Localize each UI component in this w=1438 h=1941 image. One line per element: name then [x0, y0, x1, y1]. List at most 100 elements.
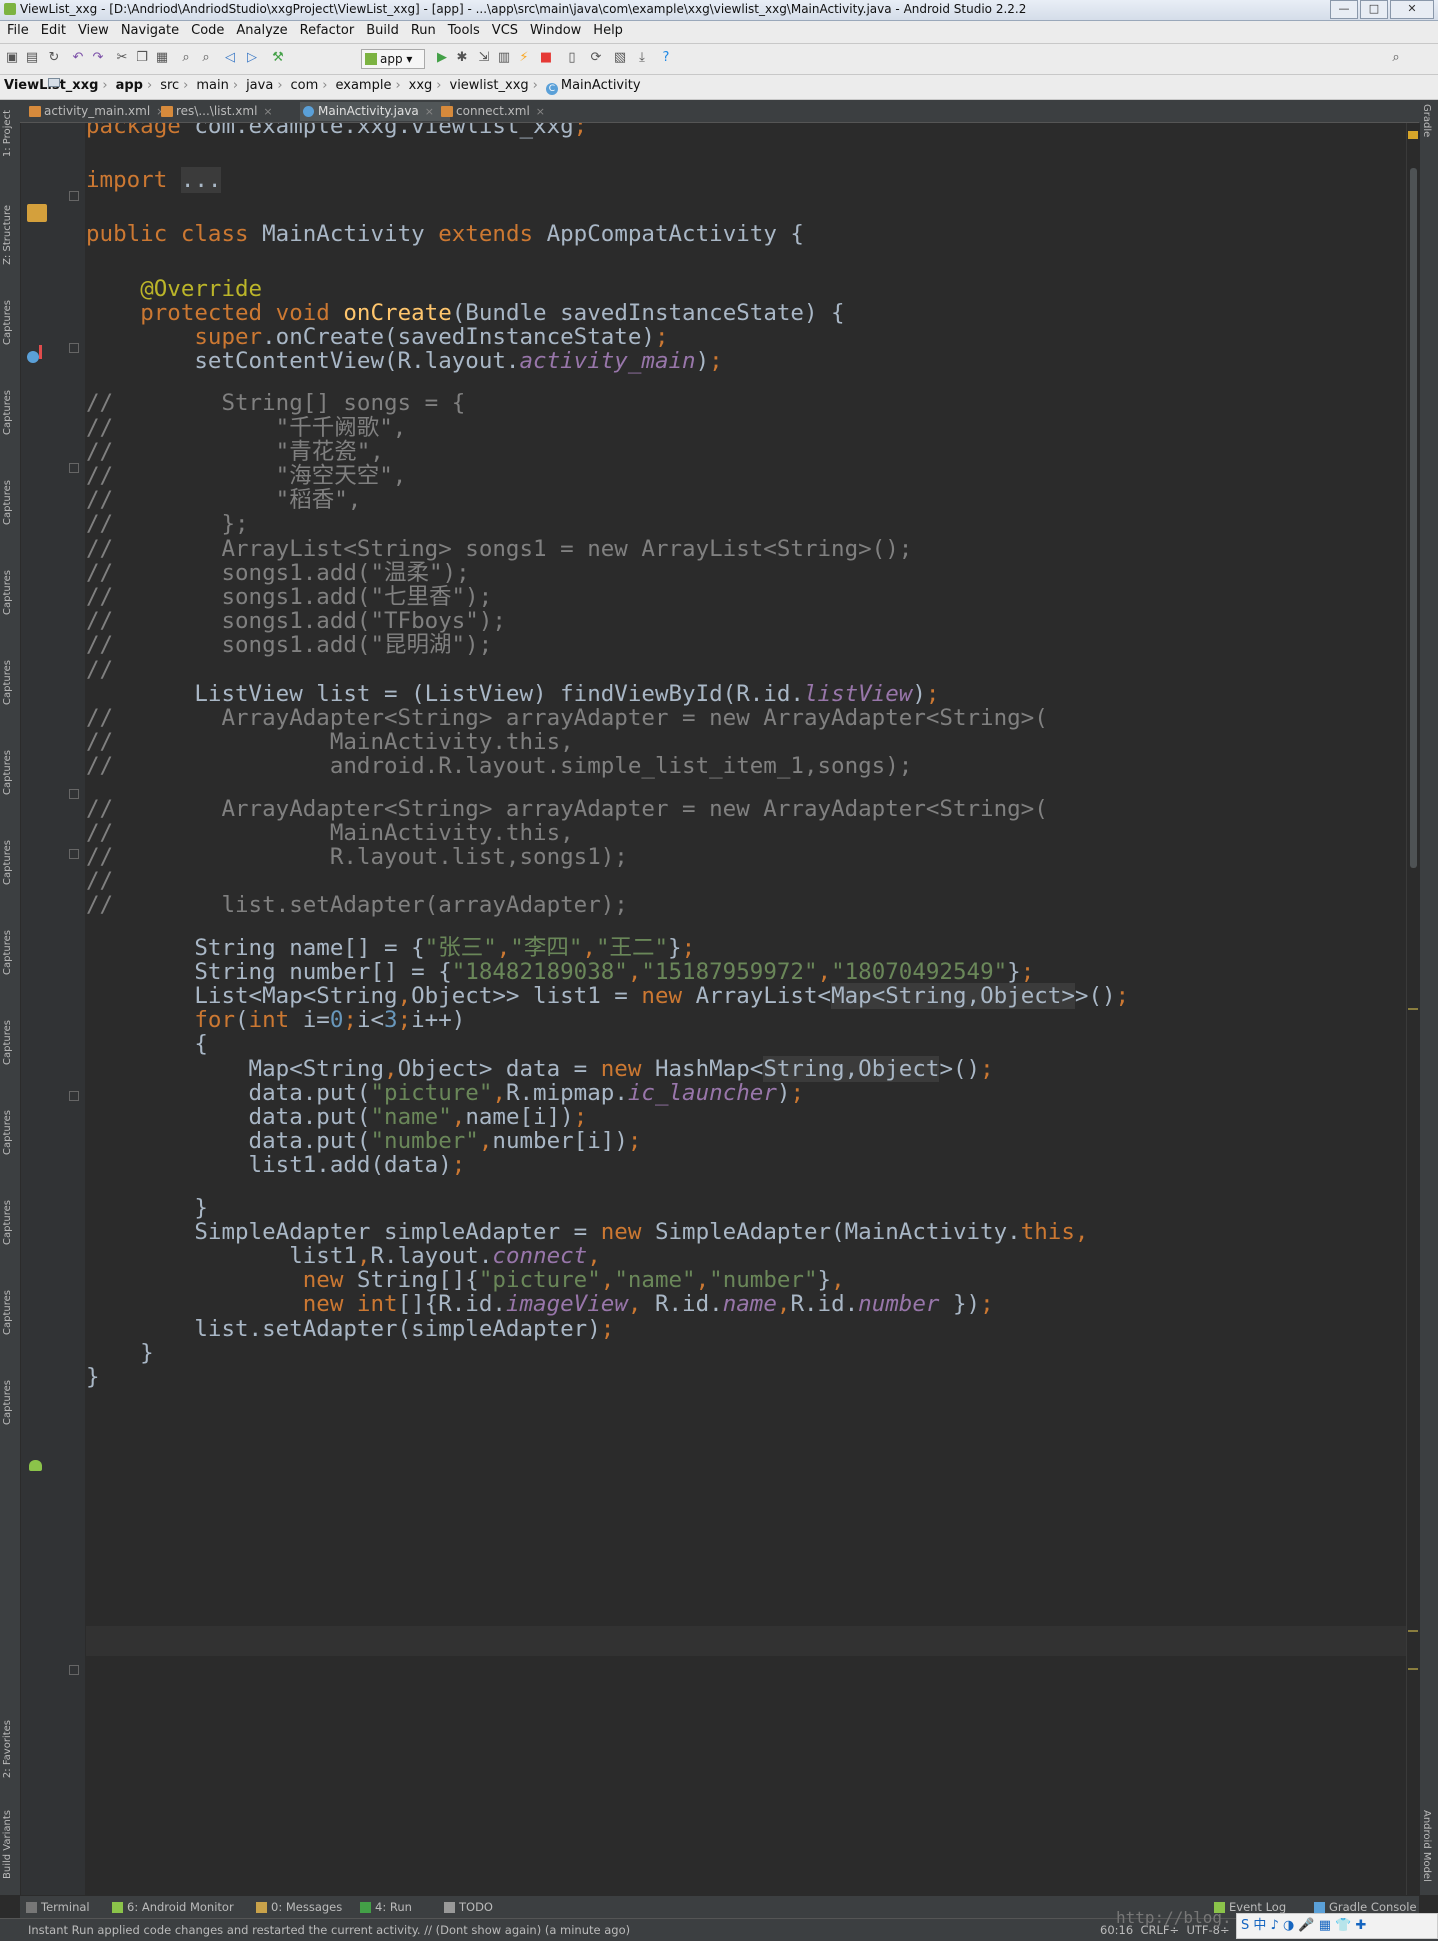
- scrollbar-thumb[interactable]: [1410, 168, 1417, 868]
- avd-manager-icon[interactable]: ▯: [564, 50, 580, 66]
- analysis-status-icon[interactable]: [1408, 131, 1418, 139]
- close-tab-icon[interactable]: ×: [536, 105, 545, 118]
- open-icon[interactable]: ▣: [4, 50, 20, 66]
- menu-run[interactable]: Run: [404, 21, 441, 38]
- run-icon[interactable]: ▶: [434, 50, 450, 66]
- tool-button-0-messages[interactable]: 0: Messages: [256, 1900, 342, 1914]
- sync-icon[interactable]: ↻: [46, 50, 62, 66]
- apply-changes-icon[interactable]: ⚡: [516, 50, 532, 66]
- tool-window-captures[interactable]: Captures: [2, 750, 18, 795]
- debug-icon[interactable]: ✱: [454, 50, 470, 66]
- code-editor[interactable]: package com.example.xxg.viewlist_xxg; imp…: [86, 123, 1406, 1895]
- tool-window-captures[interactable]: Captures: [2, 930, 18, 975]
- tab-connect-xml[interactable]: connect.xml ×: [438, 102, 566, 121]
- paste-icon[interactable]: ▦: [154, 50, 170, 66]
- override-method-icon[interactable]: [27, 351, 39, 363]
- maximize-button[interactable]: □: [1360, 0, 1388, 19]
- scroll-marker[interactable]: [1408, 1630, 1418, 1632]
- tool-window-captures[interactable]: Captures: [2, 1290, 18, 1335]
- breadcrumb-item-mainactivity[interactable]: C MainActivity: [542, 75, 645, 95]
- tool-window-captures[interactable]: Captures: [2, 300, 18, 345]
- tool-button-terminal[interactable]: Terminal: [26, 1900, 90, 1914]
- cut-icon[interactable]: ✂: [114, 50, 130, 66]
- menu-file[interactable]: File: [0, 21, 34, 38]
- menu-window[interactable]: Window: [523, 21, 586, 38]
- android-resource-icon[interactable]: [29, 1460, 42, 1471]
- tool-button-6-android-monitor[interactable]: 6: Android Monitor: [112, 1900, 234, 1914]
- menu-code[interactable]: Code: [184, 21, 229, 38]
- tool-button-todo[interactable]: TODO: [444, 1900, 493, 1914]
- tool-window-captures[interactable]: Captures: [2, 1380, 18, 1425]
- system-tray[interactable]: S 中 ♪ ◑ 🎤 ▦ 👕 ✚: [1236, 1913, 1438, 1939]
- close-tab-icon[interactable]: ×: [263, 105, 272, 118]
- copy-icon[interactable]: ❐: [134, 50, 150, 66]
- close-button[interactable]: ✕: [1390, 0, 1434, 19]
- breadcrumb-item-main[interactable]: main ›: [48, 75, 242, 93]
- tool-window-gradle[interactable]: Gradle: [1421, 104, 1432, 137]
- sync-gradle-icon[interactable]: ⟳: [588, 50, 604, 66]
- save-icon[interactable]: ▤: [24, 50, 40, 66]
- editor-scrollbar[interactable]: [1406, 123, 1420, 1895]
- tool-window-build-variants[interactable]: Build Variants: [2, 1810, 18, 1879]
- breadcrumb-item-java[interactable]: java ›: [48, 75, 286, 93]
- stop-icon[interactable]: ■: [538, 50, 554, 66]
- fold-comment-end-icon[interactable]: [69, 789, 79, 799]
- menu-navigate[interactable]: Navigate: [114, 21, 184, 38]
- redo-icon[interactable]: ↷: [90, 50, 106, 66]
- make-icon[interactable]: ⚒: [270, 50, 286, 66]
- tab-activity-main-xml[interactable]: activity_main.xml×: [26, 102, 170, 121]
- tab-mainactivity-java[interactable]: MainActivity.java ×: [300, 102, 450, 121]
- menu-refactor[interactable]: Refactor: [293, 21, 360, 38]
- fold-import-icon[interactable]: [69, 191, 79, 201]
- tool-button-gradle-console[interactable]: Gradle Console: [1314, 1900, 1417, 1914]
- tool-window-z-structure[interactable]: Z: Structure: [2, 205, 18, 265]
- tab-res-list-xml[interactable]: res\...\list.xml ×: [158, 102, 312, 121]
- tool-window-captures[interactable]: Captures: [2, 660, 18, 705]
- tool-window-captures[interactable]: Captures: [2, 1020, 18, 1065]
- fold-method-end-icon[interactable]: [69, 1665, 79, 1675]
- minimize-button[interactable]: —: [1330, 0, 1358, 19]
- breadcrumb-item-xxg[interactable]: xxg ›: [48, 75, 446, 93]
- profile-icon[interactable]: ▥: [496, 50, 512, 66]
- status-message[interactable]: Instant Run applied code changes and res…: [28, 1923, 630, 1937]
- fold-comment-end-icon[interactable]: [69, 1091, 79, 1101]
- tool-button-4-run[interactable]: 4: Run: [360, 1900, 412, 1914]
- replace-icon[interactable]: ⌕: [198, 50, 214, 66]
- fold-comment-icon[interactable]: [69, 849, 79, 859]
- fold-comment-icon[interactable]: [69, 463, 79, 473]
- layout-preview-icon[interactable]: [27, 204, 47, 222]
- tool-window-captures[interactable]: Captures: [2, 840, 18, 885]
- sdk-manager-icon[interactable]: ⤓: [634, 50, 650, 66]
- undo-icon[interactable]: ↶: [70, 50, 86, 66]
- tool-window-captures[interactable]: Captures: [2, 570, 18, 615]
- project-structure-icon[interactable]: ▧: [612, 50, 628, 66]
- menu-vcs[interactable]: VCS: [485, 21, 523, 38]
- menu-view[interactable]: View: [71, 21, 114, 38]
- tool-window-1-project[interactable]: 1: Project: [2, 110, 18, 157]
- fold-method-icon[interactable]: [69, 343, 79, 353]
- tool-window-captures[interactable]: Captures: [2, 480, 18, 525]
- tool-window-captures[interactable]: Captures: [2, 1200, 18, 1245]
- breadcrumb-item-app[interactable]: app ›: [48, 75, 157, 93]
- close-tab-icon[interactable]: ×: [425, 105, 434, 118]
- breadcrumb-item-viewlist-xxg[interactable]: viewlist_xxg ›: [48, 75, 542, 93]
- breadcrumb-item-example[interactable]: example ›: [48, 75, 404, 93]
- find-icon[interactable]: ⌕: [178, 50, 194, 66]
- menu-tools[interactable]: Tools: [441, 21, 485, 38]
- back-icon[interactable]: ◁: [222, 50, 238, 66]
- tool-window-android-model[interactable]: Android Model: [1421, 1810, 1432, 1882]
- run-configuration-select[interactable]: app ▾: [361, 49, 425, 69]
- attach-icon[interactable]: ⇲: [476, 50, 492, 66]
- tool-window-captures[interactable]: Captures: [2, 1110, 18, 1155]
- menu-help[interactable]: Help: [586, 21, 628, 38]
- menu-analyze[interactable]: Analyze: [229, 21, 292, 38]
- scroll-marker[interactable]: [1408, 1668, 1418, 1670]
- menu-build[interactable]: Build: [359, 21, 404, 38]
- help-icon[interactable]: ?: [658, 50, 674, 66]
- scroll-marker[interactable]: [1408, 1008, 1418, 1010]
- tool-window-2-favorites[interactable]: 2: Favorites: [2, 1720, 18, 1778]
- search-everywhere-icon[interactable]: ⌕: [1388, 50, 1404, 66]
- menu-edit[interactable]: Edit: [34, 21, 71, 38]
- breadcrumb-item-com[interactable]: com ›: [48, 75, 332, 93]
- tool-window-captures[interactable]: Captures: [2, 390, 18, 435]
